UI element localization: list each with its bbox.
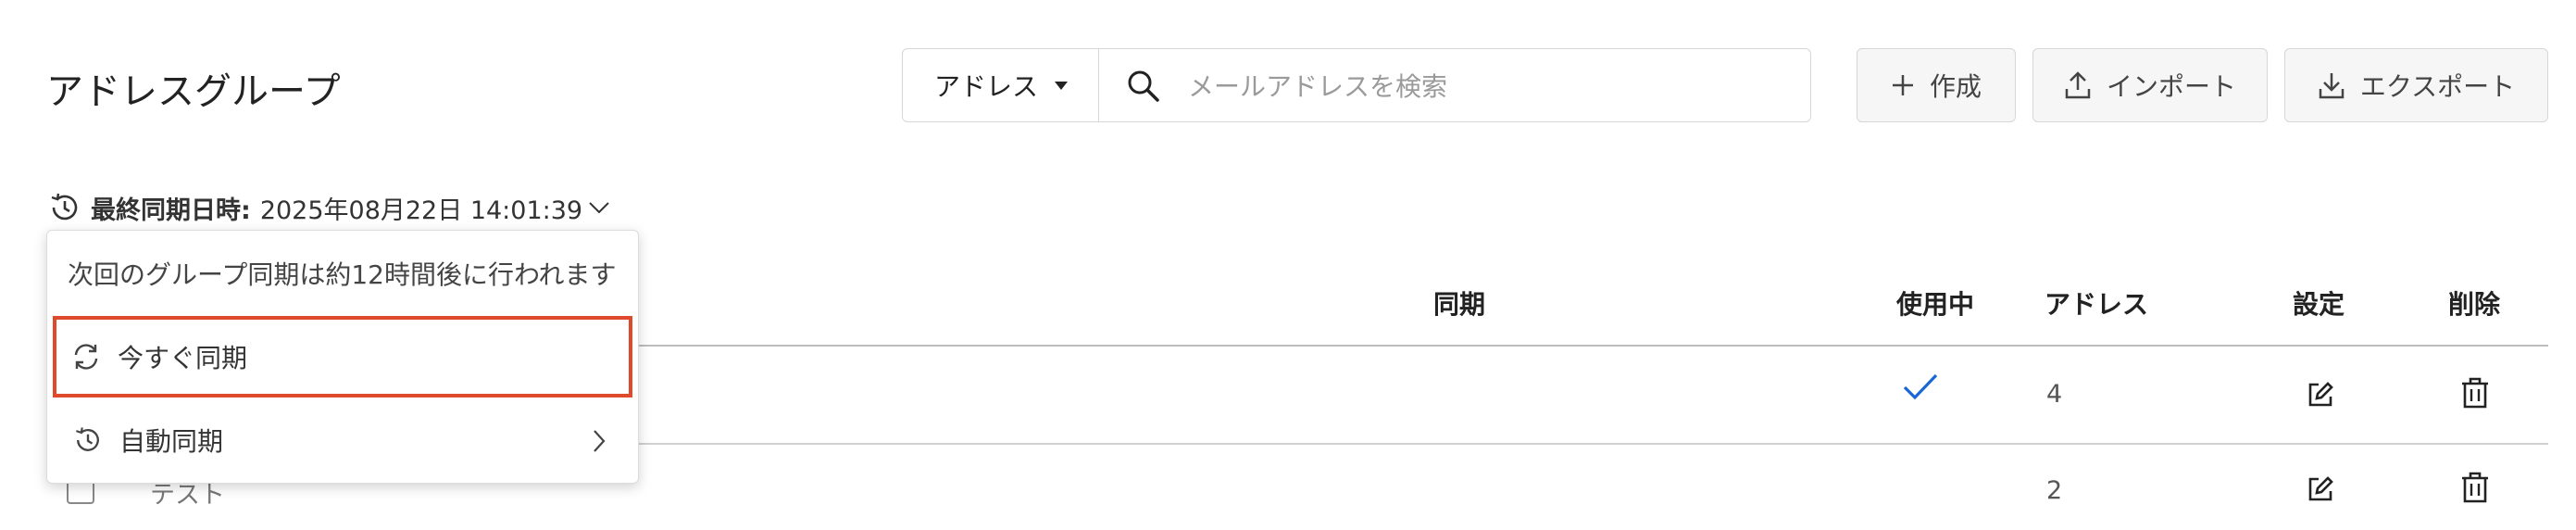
- column-header-in-use: 使用中: [1896, 289, 1975, 320]
- download-icon: [2318, 70, 2360, 100]
- search-input[interactable]: [1186, 60, 1782, 112]
- last-sync-label: 最終同期日時:: [91, 196, 251, 225]
- search-group: アドレス: [902, 48, 1811, 122]
- trash-icon[interactable]: [2459, 376, 2491, 410]
- upload-icon: [2064, 70, 2107, 100]
- chevron-right-icon: [592, 429, 606, 453]
- import-button[interactable]: インポート: [2032, 48, 2268, 122]
- caret-down-icon: [1055, 81, 1069, 90]
- search-scope-dropdown[interactable]: アドレス: [903, 49, 1099, 121]
- trash-icon[interactable]: [2459, 471, 2491, 504]
- column-header-address: アドレス: [2045, 289, 2149, 320]
- export-button-label: エクスポート: [2359, 71, 2516, 102]
- in-use-check-icon: [1902, 372, 1939, 402]
- search-icon: [1125, 68, 1162, 105]
- plus-icon: [1891, 73, 1930, 97]
- history-icon: [46, 189, 83, 226]
- auto-sync-label: 自動同期: [119, 426, 224, 457]
- export-button[interactable]: エクスポート: [2284, 48, 2548, 122]
- refresh-icon: [69, 340, 103, 373]
- search-scope-label: アドレス: [934, 71, 1039, 102]
- next-sync-info: 次回のグループ同期は約12時間後に行われます: [68, 259, 617, 290]
- sync-now-menu-item[interactable]: 今すぐ同期: [53, 316, 632, 398]
- edit-icon[interactable]: [2306, 380, 2335, 410]
- chevron-down-icon: [588, 200, 610, 215]
- address-count: 4: [2046, 380, 2063, 409]
- last-sync-value: 2025年08月22日 14:01:39: [259, 196, 583, 225]
- column-header-settings: 設定: [2293, 289, 2345, 320]
- import-button-label: インポート: [2106, 71, 2236, 102]
- address-count: 2: [2046, 476, 2063, 505]
- sync-now-label: 今すぐ同期: [118, 343, 248, 373]
- auto-sync-menu-item[interactable]: 自動同期: [53, 399, 632, 481]
- page-title: アドレスグループ: [46, 70, 341, 113]
- history-icon: [71, 423, 105, 457]
- create-button[interactable]: 作成: [1857, 48, 2016, 122]
- create-button-label: 作成: [1929, 71, 1982, 102]
- last-sync-toggle[interactable]: 最終同期日時: 2025年08月22日 14:01:39: [46, 189, 610, 226]
- column-header-sync: 同期: [1433, 289, 1486, 320]
- column-header-delete: 削除: [2448, 289, 2501, 320]
- edit-icon[interactable]: [2306, 474, 2335, 504]
- sync-dropdown-menu: 次回のグループ同期は約12時間後に行われます 今すぐ同期 自動同期: [46, 230, 639, 484]
